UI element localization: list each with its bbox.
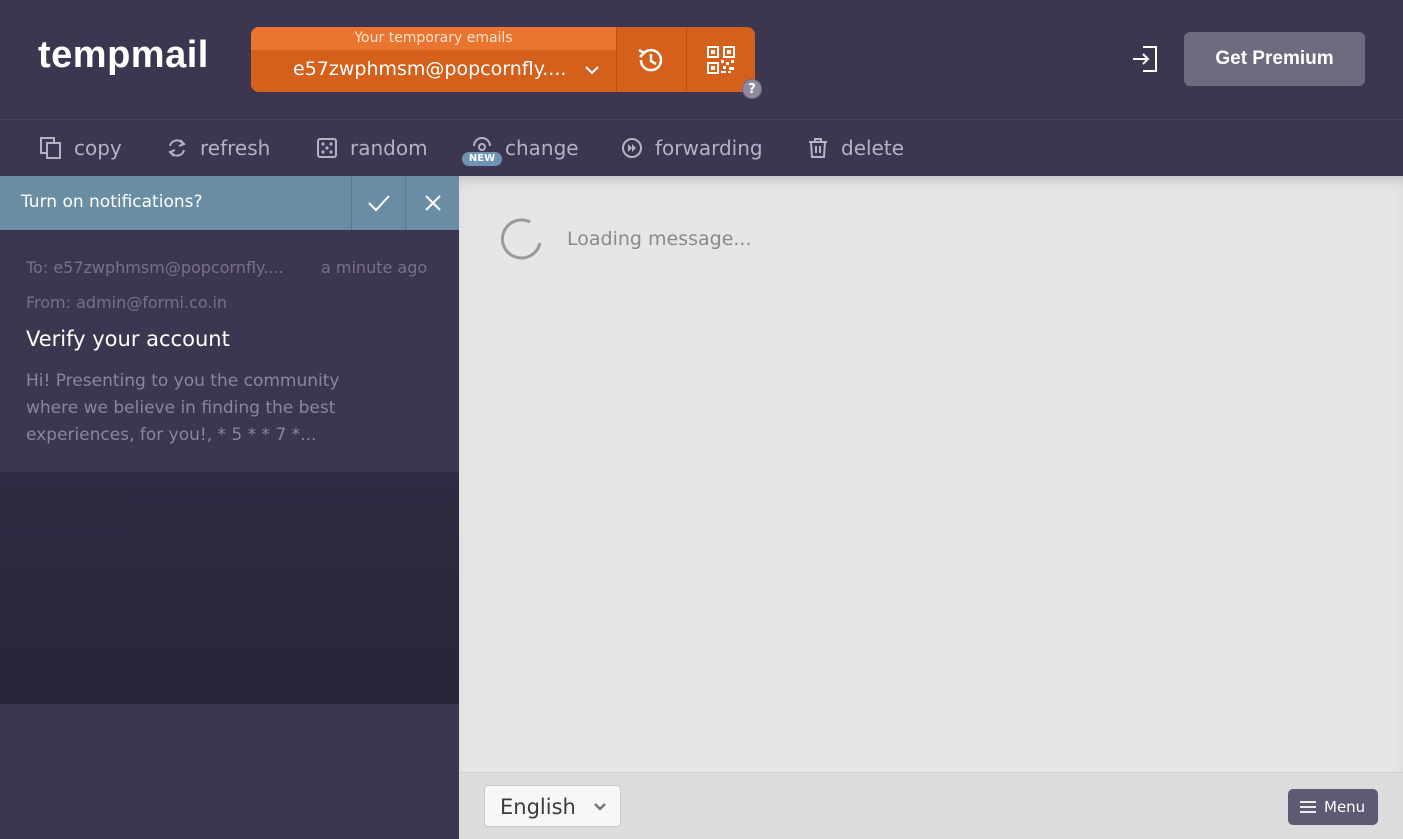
random-label: random [350,136,428,160]
login-icon[interactable] [1131,44,1159,74]
loading-message-text: Loading message... [567,228,752,250]
delete-label: delete [841,136,905,160]
copy-icon [40,137,61,159]
mail-timestamp: a minute ago [321,258,428,277]
inbox-list-item[interactable]: To: e57zwphmsm@popcornfly.... a minute a… [0,230,459,472]
menu-label: Menu [1324,798,1366,816]
mail-recipient: To: e57zwphmsm@popcornfly.... [26,258,284,277]
toolbar: copy refresh random change forwarding de… [0,119,1403,176]
email-label: Your temporary emails [251,27,616,50]
history-icon [638,48,663,71]
logo[interactable]: tempmail [38,34,209,77]
change-label: change [505,136,579,160]
forward-icon [622,138,642,158]
inbox-empty-area [0,472,459,704]
chevron-down-icon[interactable] [584,64,600,76]
refresh-label: refresh [200,136,271,160]
get-premium-button[interactable]: Get Premium [1184,32,1365,86]
footer: English Menu [459,772,1403,839]
check-icon [367,195,390,212]
email-widget: Your temporary emails e57zwphmsm@popcorn… [251,27,762,99]
forwarding-button[interactable]: forwarding [621,134,763,162]
spinner-icon [500,218,542,260]
random-button[interactable]: random [316,134,428,162]
refresh-icon [168,139,186,157]
email-address[interactable]: e57zwphmsm@popcornfly.... [293,58,573,80]
mail-sender: From: admin@formi.co.in [26,293,228,312]
delete-button[interactable]: delete [807,134,904,162]
chevron-down-icon [594,803,606,811]
email-address-row: e57zwphmsm@popcornfly.... [251,50,616,92]
inbox-bottom [0,704,459,839]
notification-text: Turn on notifications? [21,192,203,212]
mail-preview: Hi! Presenting to you the community wher… [26,371,340,445]
copy-button[interactable]: copy [40,134,122,162]
email-selector[interactable]: Your temporary emails e57zwphmsm@popcorn… [251,27,616,92]
notification-banner: Turn on notifications? [0,176,459,230]
forwarding-label: forwarding [655,136,763,160]
message-pane: Loading message... [459,176,1403,772]
menu-button[interactable]: Menu [1288,789,1378,825]
close-icon [424,195,441,211]
notification-accept-button[interactable] [351,176,405,230]
refresh-button[interactable]: refresh [166,134,270,162]
qr-code-icon [707,45,735,74]
language-value: English [500,795,576,819]
menu-icon [1300,801,1316,813]
dice-icon [317,138,337,158]
new-badge: NEW [462,152,502,166]
notification-dismiss-button[interactable] [405,176,459,230]
inbox-pane: Turn on notifications? To: e57zwphmsm@po… [0,176,459,839]
mail-subject: Verify your account [26,327,230,351]
language-select[interactable]: English [484,785,621,827]
header: tempmail Your temporary emails e57zwphms… [0,0,1403,119]
history-button[interactable] [616,27,685,92]
trash-icon [809,138,827,158]
copy-label: copy [74,136,122,160]
help-badge[interactable]: ? [742,79,762,99]
